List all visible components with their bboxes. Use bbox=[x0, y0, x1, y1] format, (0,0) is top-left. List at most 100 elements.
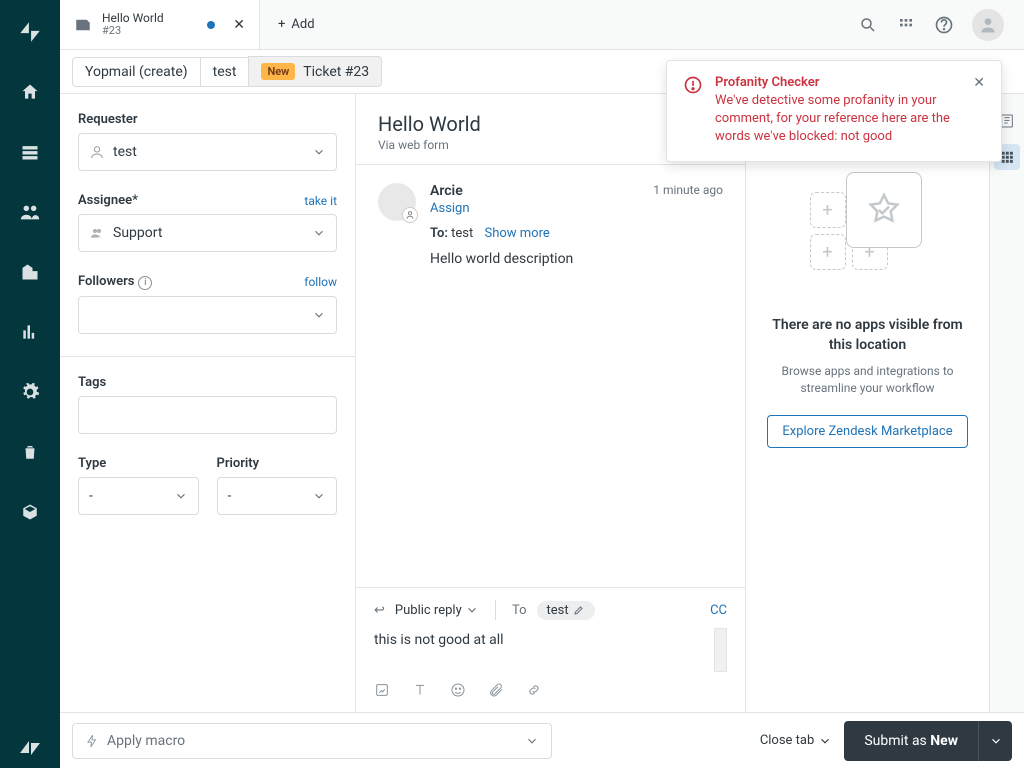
submit-button[interactable]: Submit as New bbox=[844, 721, 978, 761]
tabs-bar: Hello World #23 ✕ + Add bbox=[60, 0, 1024, 50]
requester-value: test bbox=[113, 144, 137, 160]
status-badge: New bbox=[261, 63, 295, 80]
group-icon bbox=[89, 225, 105, 241]
message-avatar bbox=[378, 183, 416, 221]
type-value: - bbox=[89, 488, 93, 504]
no-apps-title: There are no apps visible from this loca… bbox=[760, 316, 975, 355]
star-icon bbox=[864, 190, 904, 230]
followers-select[interactable] bbox=[78, 296, 337, 334]
assign-link[interactable]: Assign bbox=[430, 201, 723, 216]
help-icon[interactable] bbox=[934, 15, 954, 35]
followers-label: Followersi bbox=[78, 274, 152, 290]
reply-to-label: To bbox=[512, 603, 527, 618]
conversation-panel: Hello World Via web form bbox=[356, 94, 746, 712]
alert-icon bbox=[683, 75, 703, 95]
submit-dropdown-button[interactable] bbox=[978, 721, 1012, 761]
lightning-icon bbox=[85, 734, 99, 748]
link-icon[interactable] bbox=[526, 682, 542, 702]
submit-group: Submit as New bbox=[844, 721, 1012, 761]
notification-close-icon[interactable]: ✕ bbox=[973, 75, 985, 147]
take-it-link[interactable]: take it bbox=[304, 194, 337, 208]
ticket-properties-panel: Requester test Assignee* take it Support bbox=[60, 94, 356, 712]
macro-label: Apply macro bbox=[107, 733, 185, 749]
tab-subtitle: #23 bbox=[102, 25, 164, 37]
message-time: 1 minute ago bbox=[653, 183, 723, 199]
chevron-down-icon bbox=[174, 489, 188, 503]
tags-label: Tags bbox=[78, 375, 106, 390]
search-icon[interactable] bbox=[858, 15, 878, 35]
ticket-title: Hello World bbox=[378, 112, 481, 136]
content-area: Requester test Assignee* take it Support bbox=[60, 94, 1024, 712]
type-select[interactable]: - bbox=[78, 477, 199, 515]
close-tab-icon[interactable]: ✕ bbox=[233, 17, 245, 33]
agent-badge-icon bbox=[402, 207, 418, 223]
assignee-label: Assignee* bbox=[78, 193, 138, 208]
cc-link[interactable]: CC bbox=[710, 603, 727, 618]
edit-icon bbox=[573, 604, 585, 616]
attachment-icon[interactable] bbox=[488, 682, 504, 702]
apps-grid-icon[interactable] bbox=[896, 15, 916, 35]
assignee-select[interactable]: Support bbox=[78, 214, 337, 252]
app-sidebar bbox=[0, 0, 60, 768]
logo-icon[interactable] bbox=[0, 12, 60, 52]
conversation-list: Arcie 1 minute ago Assign To: test Show … bbox=[356, 165, 745, 587]
reply-mode[interactable]: Public reply bbox=[395, 603, 479, 618]
recipient-pill[interactable]: test bbox=[537, 601, 595, 620]
priority-value: - bbox=[228, 488, 232, 504]
profanity-notification: Profanity Checker We've detective some p… bbox=[666, 60, 1002, 162]
reports-icon[interactable] bbox=[0, 312, 60, 352]
footer-bar: Apply macro Close tab Submit as New bbox=[60, 712, 1024, 768]
customers-icon[interactable] bbox=[0, 192, 60, 232]
priority-select[interactable]: - bbox=[217, 477, 338, 515]
reply-textarea[interactable] bbox=[374, 620, 710, 676]
org-icon[interactable] bbox=[0, 252, 60, 292]
profile-avatar[interactable] bbox=[972, 9, 1004, 41]
breadcrumb-org[interactable]: Yopmail (create) bbox=[72, 57, 201, 87]
notification-text: We've detective some profanity in your c… bbox=[715, 92, 961, 147]
compose-icon[interactable] bbox=[374, 682, 390, 702]
follow-link[interactable]: follow bbox=[304, 275, 337, 289]
unsaved-dot-icon bbox=[207, 21, 215, 29]
ticket-tab[interactable]: Hello World #23 ✕ bbox=[60, 0, 260, 49]
ticket-icon bbox=[74, 16, 92, 34]
message: Arcie 1 minute ago Assign To: test Show … bbox=[378, 183, 723, 267]
trash-icon[interactable] bbox=[0, 432, 60, 472]
explore-marketplace-button[interactable]: Explore Zendesk Marketplace bbox=[767, 415, 967, 448]
reply-arrow-icon: ↩ bbox=[374, 603, 385, 618]
zendesk-icon[interactable] bbox=[0, 728, 60, 768]
settings-icon[interactable] bbox=[0, 372, 60, 412]
priority-label: Priority bbox=[217, 456, 260, 471]
text-format-icon[interactable] bbox=[412, 682, 428, 702]
apply-macro-select[interactable]: Apply macro bbox=[72, 723, 552, 759]
message-to-value: test bbox=[451, 226, 473, 241]
notification-title: Profanity Checker bbox=[715, 75, 961, 90]
no-apps-desc: Browse apps and integrations to streamli… bbox=[760, 363, 975, 397]
show-more-link[interactable]: Show more bbox=[484, 226, 549, 241]
right-rail bbox=[989, 94, 1024, 712]
reply-toolbar bbox=[374, 682, 727, 702]
package-icon[interactable] bbox=[0, 492, 60, 532]
chevron-down-icon bbox=[989, 734, 1003, 748]
add-tab-label: Add bbox=[291, 17, 314, 32]
views-icon[interactable] bbox=[0, 132, 60, 172]
add-tab-button[interactable]: + Add bbox=[260, 0, 333, 49]
chevron-down-icon bbox=[465, 603, 479, 617]
message-body: Hello world description bbox=[430, 251, 723, 267]
breadcrumb-user[interactable]: test bbox=[200, 57, 250, 87]
chevron-down-icon bbox=[312, 145, 326, 159]
close-tab-link[interactable]: Close tab bbox=[760, 733, 833, 748]
assignee-value: Support bbox=[113, 225, 162, 241]
message-to-label: To: bbox=[430, 226, 448, 241]
chevron-down-icon bbox=[818, 734, 832, 748]
reply-composer: ↩ Public reply To test CC bbox=[356, 587, 745, 712]
requester-select[interactable]: test bbox=[78, 133, 337, 171]
home-icon[interactable] bbox=[0, 72, 60, 112]
emoji-icon[interactable] bbox=[450, 682, 466, 702]
info-icon: i bbox=[138, 276, 152, 290]
apps-illustration: + + + bbox=[808, 178, 928, 298]
scrollbar[interactable] bbox=[714, 628, 727, 672]
chevron-down-icon bbox=[312, 308, 326, 322]
chevron-down-icon bbox=[525, 734, 539, 748]
breadcrumb-ticket[interactable]: New Ticket #23 bbox=[248, 56, 382, 87]
tags-input[interactable] bbox=[78, 396, 337, 434]
